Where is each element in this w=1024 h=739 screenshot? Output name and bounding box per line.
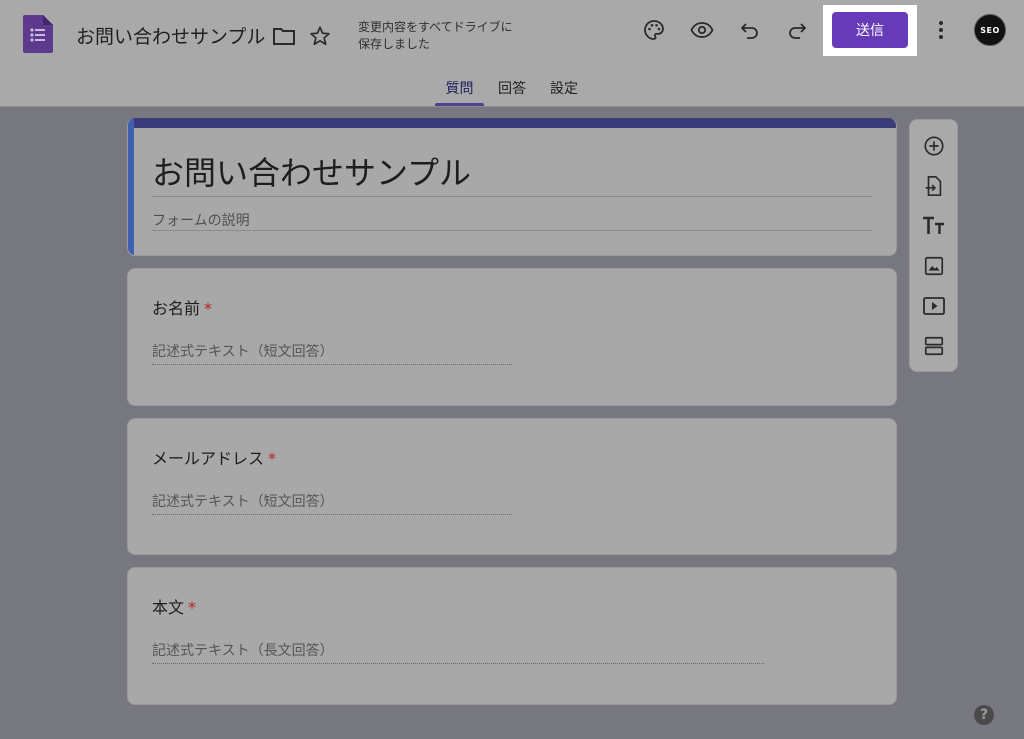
more-options-icon[interactable]: [928, 17, 954, 43]
active-tab-indicator: [435, 103, 484, 106]
answer-type-hint: 記述式テキスト（短文回答）: [152, 494, 334, 510]
folder-icon[interactable]: [271, 23, 297, 49]
answer-underline: [152, 663, 764, 664]
account-avatar[interactable]: SEO: [974, 14, 1006, 46]
help-icon[interactable]: ?: [974, 705, 994, 725]
add-title-icon[interactable]: [922, 214, 946, 238]
add-image-icon[interactable]: [922, 254, 946, 278]
answer-underline: [152, 514, 512, 515]
answer-underline: [152, 364, 512, 365]
floating-toolbar: [909, 119, 958, 372]
title-underline: [152, 196, 872, 197]
add-video-icon[interactable]: [922, 294, 946, 318]
question-title-text: お名前: [152, 299, 201, 318]
question-title: お名前 *: [152, 295, 212, 319]
card-accent-bar: [128, 118, 896, 128]
tab-questions[interactable]: 質問: [435, 78, 484, 106]
preview-eye-icon[interactable]: [689, 17, 715, 43]
add-question-icon[interactable]: [922, 134, 946, 158]
question-title-text: 本文: [152, 598, 185, 617]
question-card-body[interactable]: 本文 * 記述式テキスト（長文回答）: [127, 567, 897, 705]
send-button-highlight: 送信: [823, 5, 917, 56]
tab-settings[interactable]: 設定: [544, 78, 584, 106]
form-description-field[interactable]: フォームの説明: [152, 210, 250, 230]
palette-icon[interactable]: [641, 17, 667, 43]
undo-icon[interactable]: [737, 17, 763, 43]
redo-icon[interactable]: [784, 17, 810, 43]
required-asterisk: *: [204, 299, 213, 318]
tab-responses[interactable]: 回答: [492, 78, 532, 106]
form-title-card[interactable]: お問い合わせサンプル フォームの説明: [127, 118, 897, 256]
app-header: お問い合わせサンプル 変更内容をすべてドライブに 保存しました 送信 SEO 質…: [0, 0, 1024, 107]
form-title[interactable]: お問い合わせサンプル: [152, 148, 471, 194]
answer-type-hint: 記述式テキスト（短文回答）: [152, 344, 334, 360]
save-status: 変更内容をすべてドライブに 保存しました: [358, 19, 538, 53]
question-title-text: メールアドレス: [152, 449, 265, 468]
card-selected-indicator: [128, 118, 134, 255]
tab-bar: 質問 回答 設定: [0, 78, 1024, 106]
save-status-line1: 変更内容をすべてドライブに: [358, 20, 513, 34]
question-card-name[interactable]: お名前 * 記述式テキスト（短文回答）: [127, 268, 897, 406]
question-title: 本文 *: [152, 594, 196, 618]
forms-logo-icon[interactable]: [23, 15, 53, 53]
required-asterisk: *: [188, 598, 197, 617]
send-button[interactable]: 送信: [832, 12, 908, 48]
required-asterisk: *: [268, 449, 277, 468]
answer-type-hint: 記述式テキスト（長文回答）: [152, 643, 334, 659]
star-icon[interactable]: [307, 23, 333, 49]
question-card-email[interactable]: メールアドレス * 記述式テキスト（短文回答）: [127, 418, 897, 555]
question-title: メールアドレス *: [152, 445, 276, 469]
save-status-line2: 保存しました: [358, 37, 431, 51]
import-questions-icon[interactable]: [922, 174, 946, 198]
add-section-icon[interactable]: [922, 334, 946, 358]
description-underline: [152, 230, 872, 231]
document-title[interactable]: お問い合わせサンプル: [76, 22, 265, 49]
